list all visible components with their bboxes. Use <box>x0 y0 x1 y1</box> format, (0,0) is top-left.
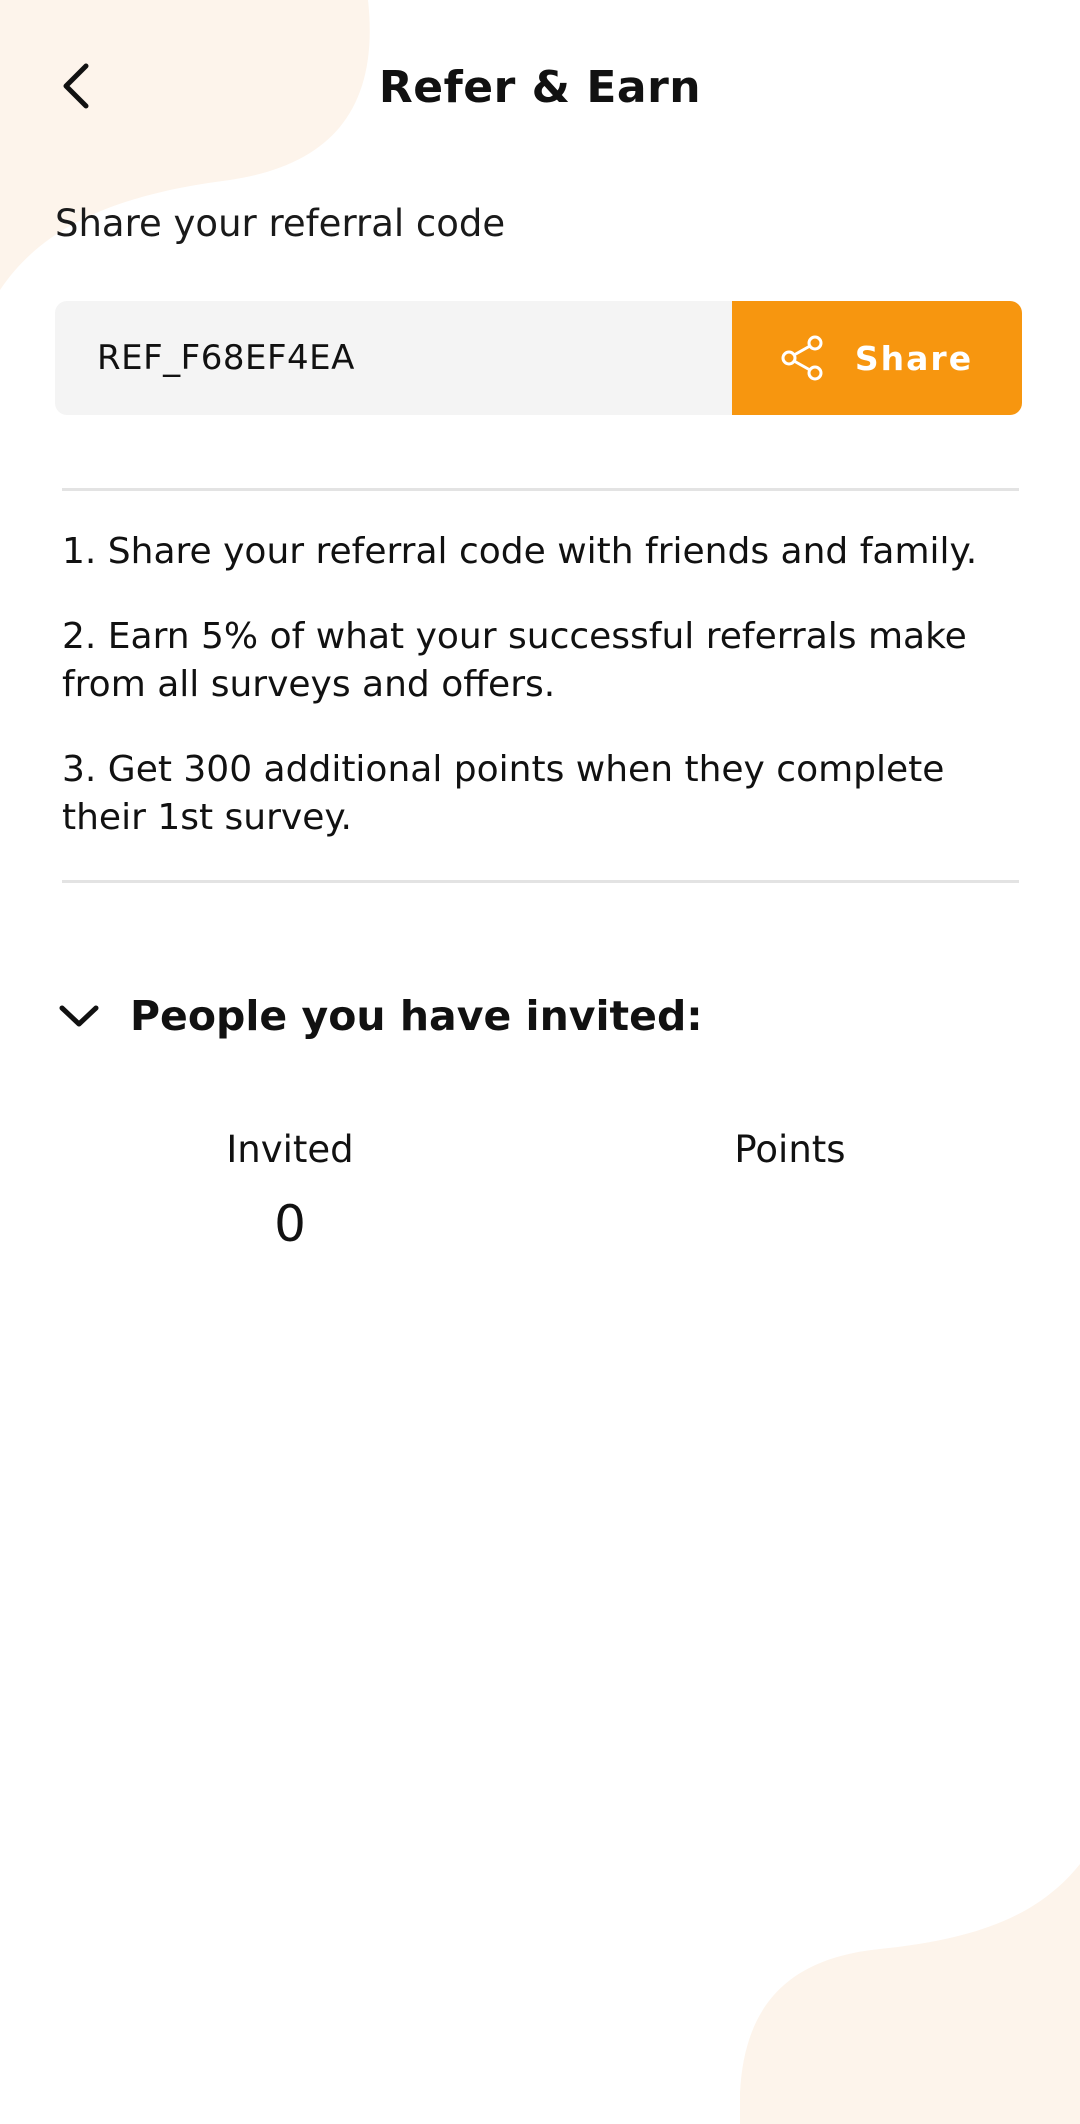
step-item: 3. Get 300 additional points when they c… <box>62 749 945 838</box>
divider <box>62 488 1019 491</box>
invited-label: Invited <box>226 1128 354 1171</box>
referral-code-field[interactable]: REF_F68EF4EA <box>55 301 732 415</box>
referral-code-row: REF_F68EF4EA Share <box>55 301 1022 415</box>
referral-steps-list: 1. Share your referral code with friends… <box>62 528 1032 879</box>
points-column: Points <box>690 1128 890 1195</box>
share-icon <box>781 335 823 381</box>
chevron-down-icon <box>59 1005 99 1027</box>
invited-count: 0 <box>274 1195 306 1253</box>
invited-section-title: People you have invited: <box>130 992 703 1040</box>
invited-column: Invited 0 <box>190 1128 390 1253</box>
divider <box>62 880 1019 883</box>
decorative-blob-bottom <box>740 1864 1080 2124</box>
share-button[interactable]: Share <box>732 301 1022 415</box>
page-title: Refer & Earn <box>378 62 702 113</box>
step-item: 2. Earn 5% of what your successful refer… <box>62 616 967 705</box>
app-header: Refer & Earn <box>0 0 1080 190</box>
invited-section-toggle[interactable]: People you have invited: <box>58 992 703 1040</box>
step-item: 1. Share your referral code with friends… <box>62 531 978 572</box>
referral-code-label: Share your referral code <box>55 202 506 245</box>
points-label: Points <box>734 1128 846 1171</box>
share-button-label: Share <box>854 338 974 378</box>
